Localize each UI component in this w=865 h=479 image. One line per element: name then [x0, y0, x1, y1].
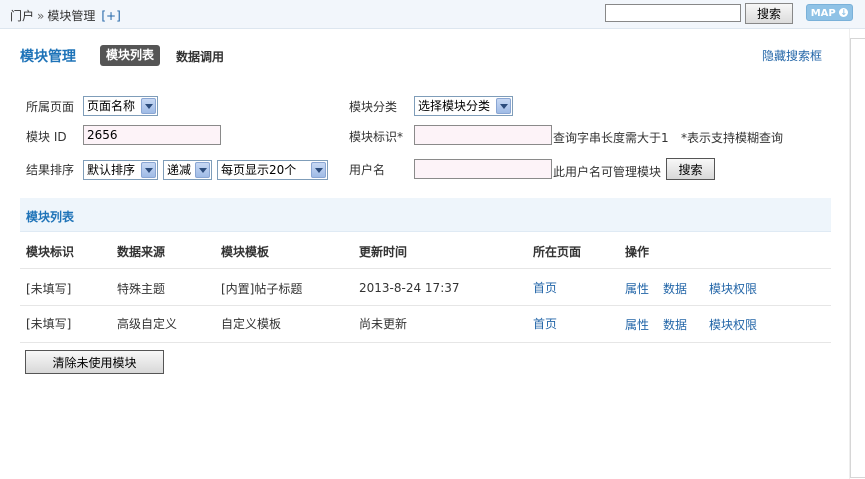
row-permission-link[interactable]: 模块权限	[709, 316, 757, 333]
row-ident: [未填写]	[26, 317, 72, 331]
row-updated: 2013-8-24 17:37	[359, 281, 460, 295]
module-ident-input[interactable]	[414, 125, 552, 145]
page-title: 模块管理	[20, 49, 76, 65]
row-data-link[interactable]: 数据	[663, 316, 687, 333]
table-header-row: 模块标识 数据来源 模块模板 更新时间 所在页面 操作	[20, 233, 831, 269]
tab-module-list[interactable]: 模块列表	[100, 45, 161, 66]
breadcrumb-separator: »	[37, 9, 45, 23]
column-header: 所在页面	[533, 245, 582, 259]
row-ident: [未填写]	[26, 282, 72, 296]
module-id-input[interactable]: 2656	[83, 125, 221, 145]
scrollbar-thumb[interactable]	[850, 38, 865, 478]
row-updated: 尚未更新	[359, 317, 408, 331]
row-template: 自定义模板	[221, 317, 282, 331]
module-ident-label: 模块标识*	[349, 130, 404, 144]
page-select[interactable]: 页面名称	[83, 96, 158, 116]
chevron-down-icon	[141, 98, 156, 114]
row-source: 特殊主题	[117, 282, 166, 296]
column-header: 更新时间	[359, 245, 408, 259]
category-select[interactable]: 选择模块分类	[414, 96, 513, 116]
row-page-link[interactable]: 首页	[533, 315, 557, 332]
chevron-down-icon	[496, 98, 511, 114]
category-label: 模块分类	[349, 100, 398, 114]
list-title: 模块列表	[26, 210, 75, 224]
row-properties-link[interactable]: 属性	[625, 316, 649, 333]
row-template: [内置]帖子标题	[221, 282, 303, 296]
fuzzy-hint: *表示支持模糊查询	[681, 131, 784, 145]
arrow-down-circle-icon: ↓	[839, 8, 849, 17]
row-page-link[interactable]: 首页	[533, 279, 557, 296]
column-header: 模块标识	[26, 245, 75, 259]
map-button[interactable]: MAP ↓	[806, 4, 853, 21]
clear-unused-modules-button[interactable]: 清除未使用模块	[25, 350, 164, 374]
row-permission-link[interactable]: 模块权限	[709, 280, 757, 297]
list-header: 模块列表	[20, 198, 831, 232]
search-button[interactable]: 搜索	[666, 158, 715, 180]
chevron-down-icon	[311, 162, 326, 178]
top-bar: 门户» 模块管理 [+] 搜索 MAP ↓	[0, 0, 865, 29]
page-select-value: 页面名称	[87, 99, 136, 113]
column-header: 操作	[625, 245, 650, 259]
sort-select-value: 默认排序	[87, 163, 136, 177]
tab-data-call[interactable]: 数据调用	[176, 48, 224, 65]
sort-label: 结果排序	[26, 163, 75, 177]
top-search-button[interactable]: 搜索	[745, 3, 793, 24]
breadcrumb-portal-link[interactable]: 门户	[10, 9, 34, 23]
add-shortcut-link[interactable]: [+]	[101, 9, 120, 23]
hide-search-link[interactable]: 隐藏搜索框	[762, 47, 822, 64]
row-properties-link[interactable]: 属性	[625, 280, 649, 297]
top-search-input[interactable]	[605, 4, 741, 22]
ident-hint: 查询字串长度需大于1	[553, 131, 669, 145]
map-label: MAP	[810, 8, 836, 19]
row-source: 高级自定义	[117, 317, 178, 331]
breadcrumb: 门户» 模块管理 [+]	[10, 7, 121, 24]
chevron-down-icon	[141, 162, 156, 178]
order-select[interactable]: 递减	[163, 160, 212, 180]
sort-select[interactable]: 默认排序	[83, 160, 158, 180]
column-header: 模块模板	[221, 245, 270, 259]
username-label: 用户名	[349, 163, 386, 177]
username-hint: 此用户名可管理模块	[553, 165, 662, 179]
breadcrumb-current: 模块管理	[47, 9, 96, 23]
perpage-select-value: 每页显示20个	[221, 163, 297, 177]
perpage-select[interactable]: 每页显示20个	[217, 160, 328, 180]
order-select-value: 递减	[167, 163, 192, 177]
category-select-value: 选择模块分类	[418, 99, 491, 113]
column-header: 数据来源	[117, 245, 166, 259]
table-row: [未填写] 高级自定义 自定义模板 尚未更新 首页 属性 数据 模块权限	[20, 307, 831, 343]
chevron-down-icon	[195, 162, 210, 178]
username-input[interactable]	[414, 159, 552, 179]
module-id-label: 模块 ID	[26, 130, 67, 144]
table-row: [未填写] 特殊主题 [内置]帖子标题 2013-8-24 17:37 首页 属…	[20, 270, 831, 306]
row-data-link[interactable]: 数据	[663, 280, 687, 297]
page-label: 所属页面	[26, 100, 75, 114]
